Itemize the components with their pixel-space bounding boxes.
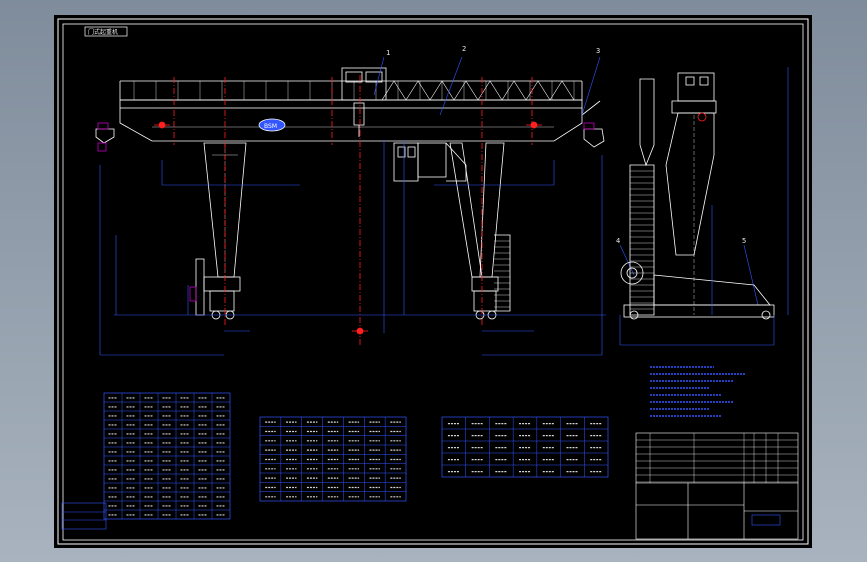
revision-block [61, 502, 107, 530]
front-view [95, 67, 605, 320]
drawing-number-text: 门式起重机 [88, 28, 118, 36]
cad-viewport: 门式起重机 1 2 3 4 5 BSM [0, 0, 867, 562]
wheel-load-table [441, 416, 609, 478]
balloon-4: 4 [616, 237, 620, 245]
center-marks [154, 75, 542, 345]
balloon-5: 5 [742, 237, 746, 245]
technical-notes [650, 366, 746, 417]
dimension-lines [99, 140, 606, 356]
hatch-marks [97, 122, 595, 302]
title-block [635, 432, 799, 540]
side-view [620, 72, 775, 320]
balloon-2: 2 [462, 45, 466, 53]
drawing-sheet: 门式起重机 1 2 3 4 5 BSM [54, 15, 812, 548]
balloon-3: 3 [596, 47, 600, 55]
speed-table [259, 416, 407, 502]
girder-logo-text: BSM [264, 123, 277, 130]
balloon-1: 1 [386, 49, 390, 57]
leader-lines [373, 56, 759, 306]
girder-logo: BSM [258, 118, 286, 132]
parameters-table [103, 392, 231, 520]
drawing-number-tag: 门式起重机 [84, 26, 128, 37]
cad-drawing: 门式起重机 1 2 3 4 5 BSM [57, 18, 809, 545]
